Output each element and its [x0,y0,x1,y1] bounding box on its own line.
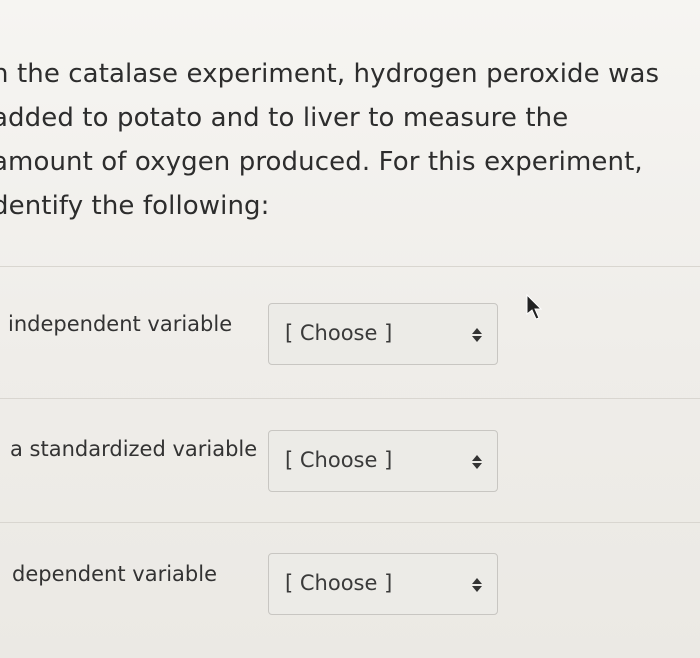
question-line: n the catalase experiment, hydrogen pero… [0,59,660,89]
select-value: [ Choose ] [285,321,393,345]
question-line: amount of oxygen produced. For this expe… [0,147,643,177]
divider [0,266,700,267]
select-value: [ Choose ] [285,571,393,595]
independent-variable-label: independent variable [8,312,233,336]
up-down-arrows-icon [472,578,482,592]
divider [0,522,700,523]
question-line: added to potato and to liver to measure … [0,103,569,133]
standardized-variable-label: a standardized variable [10,437,258,461]
question-text: n the catalase experiment, hydrogen pero… [0,52,692,228]
divider [0,398,700,399]
question-line: dentify the following: [0,191,270,221]
quiz-page: n the catalase experiment, hydrogen pero… [0,0,700,658]
up-down-arrows-icon [472,328,482,342]
dependent-variable-select[interactable]: [ Choose ] [268,553,498,615]
dependent-variable-label: dependent variable [12,562,217,586]
mouse-pointer-icon [526,293,543,320]
up-down-arrows-icon [472,455,482,469]
independent-variable-select[interactable]: [ Choose ] [268,303,498,365]
select-value: [ Choose ] [285,448,393,472]
standardized-variable-select[interactable]: [ Choose ] [268,430,498,492]
